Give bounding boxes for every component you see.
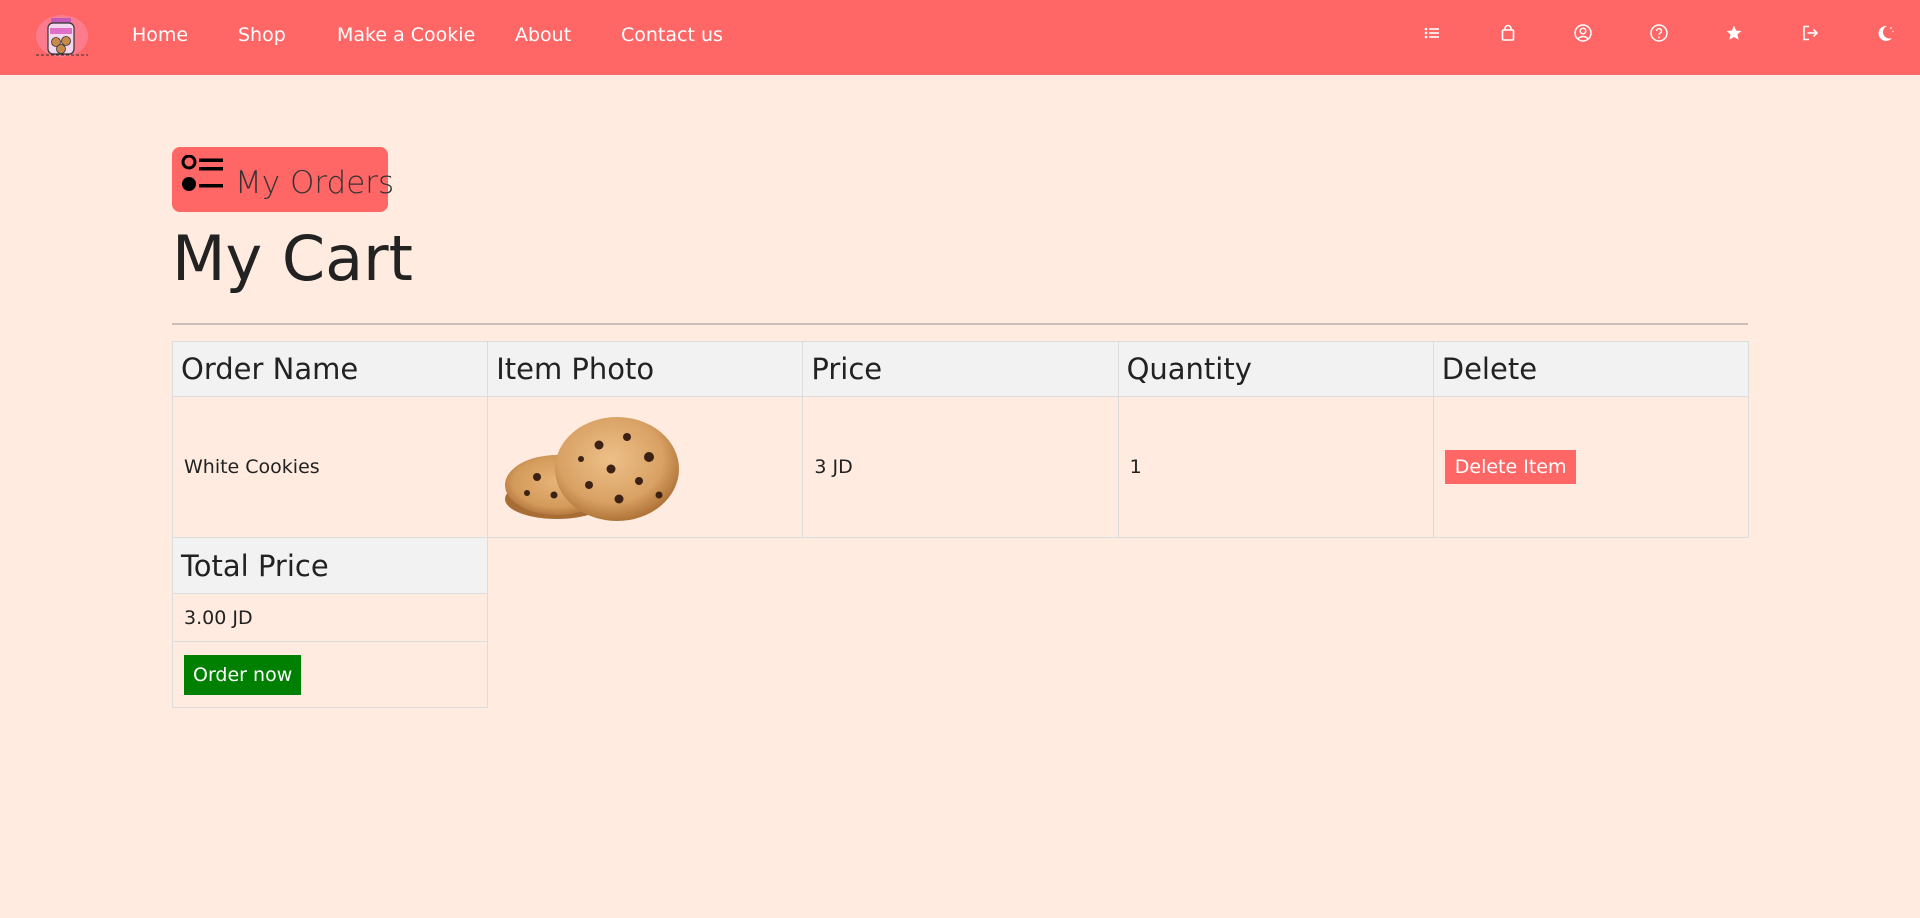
header-quantity: Quantity bbox=[1117, 341, 1434, 397]
delete-cell: Delete Item bbox=[1432, 396, 1750, 538]
user-circle-icon[interactable] bbox=[1572, 22, 1594, 44]
header-order-name: Order Name bbox=[171, 341, 489, 397]
cookie-jar-logo[interactable] bbox=[34, 12, 90, 60]
total-price-value: 3.00 JD bbox=[172, 593, 488, 642]
my-orders-label: My Orders bbox=[235, 165, 395, 201]
table-row: White Cookies 3 JD 1 Delete Item bbox=[171, 396, 1750, 538]
total-header-row: Total Price bbox=[172, 537, 488, 594]
help-icon[interactable] bbox=[1648, 22, 1670, 44]
nav-link-shop[interactable]: Shop bbox=[238, 24, 286, 46]
nav-link-about[interactable]: About bbox=[515, 24, 571, 46]
header-price: Price bbox=[802, 341, 1119, 397]
order-name-cell: White Cookies bbox=[171, 396, 489, 538]
total-table: Total Price 3.00 JD Order now bbox=[172, 537, 488, 708]
star-icon[interactable] bbox=[1723, 22, 1745, 44]
order-row: Order now bbox=[172, 641, 488, 708]
price-cell: 3 JD bbox=[802, 396, 1119, 538]
quantity-cell: 1 bbox=[1117, 396, 1434, 538]
dark-mode-icon[interactable] bbox=[1874, 22, 1896, 44]
top-navbar: Home Shop Make a Cookie About Contact us bbox=[0, 0, 1920, 75]
total-value-row: 3.00 JD bbox=[172, 593, 488, 642]
list-icon bbox=[181, 154, 225, 195]
nav-link-home[interactable]: Home bbox=[132, 24, 188, 46]
order-cell: Order now bbox=[172, 641, 488, 708]
header-delete: Delete bbox=[1432, 341, 1750, 397]
order-now-button[interactable]: Order now bbox=[184, 654, 302, 695]
header-total-price: Total Price bbox=[172, 537, 488, 594]
delete-item-button[interactable]: Delete Item bbox=[1444, 450, 1577, 484]
my-orders-button[interactable]: My Orders bbox=[172, 147, 394, 212]
divider bbox=[172, 323, 1748, 325]
page-title: My Cart bbox=[172, 222, 413, 295]
cookie-photo bbox=[505, 417, 680, 521]
item-photo-cell bbox=[487, 396, 804, 538]
header-item-photo: Item Photo bbox=[487, 341, 804, 397]
table-header-row: Order Name Item Photo Price Quantity Del… bbox=[171, 341, 1750, 397]
nav-link-make-a-cookie[interactable]: Make a Cookie bbox=[337, 24, 475, 46]
list-icon[interactable] bbox=[1421, 22, 1443, 44]
nav-link-contact-us[interactable]: Contact us bbox=[621, 24, 723, 46]
logout-icon[interactable] bbox=[1799, 22, 1821, 44]
cart-table: Order Name Item Photo Price Quantity Del… bbox=[171, 341, 1750, 538]
shopping-bag-icon[interactable] bbox=[1497, 22, 1519, 44]
